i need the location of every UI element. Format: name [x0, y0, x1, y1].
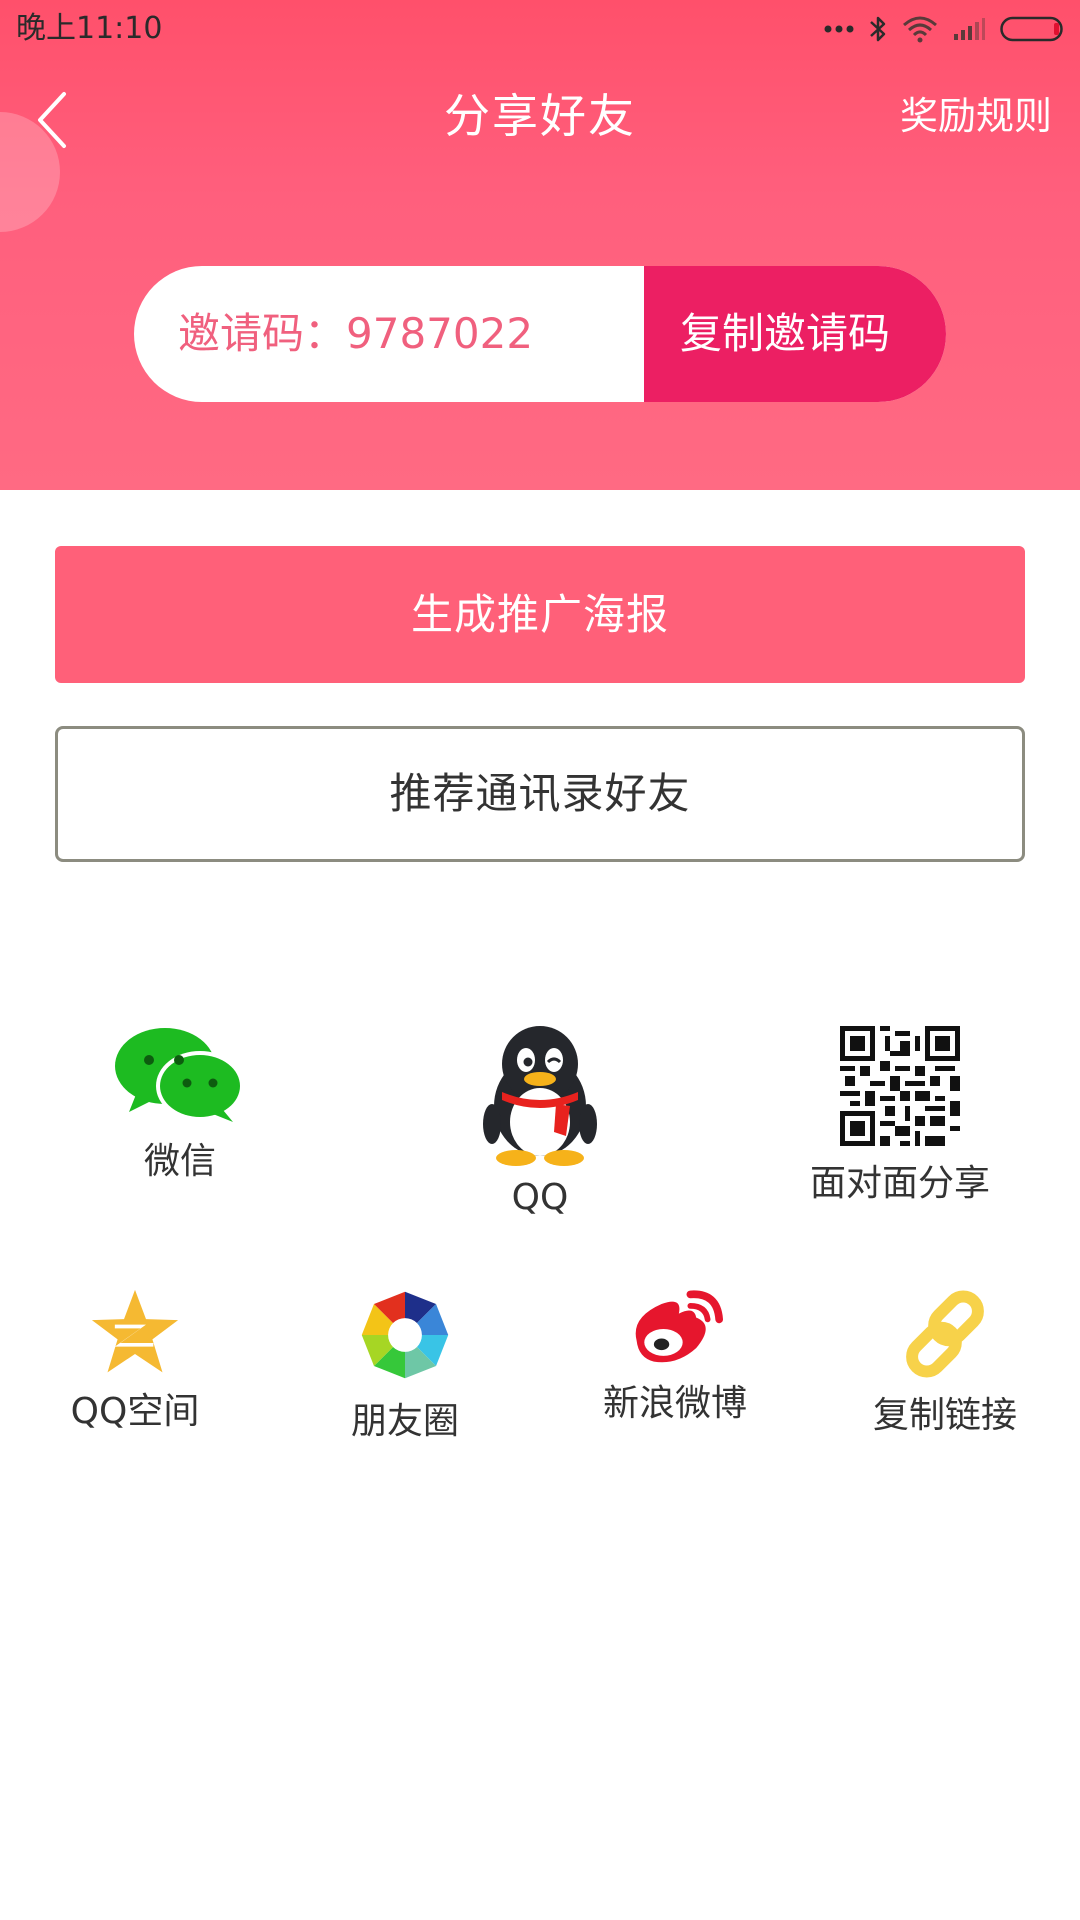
share-label: 微信	[143, 1141, 216, 1182]
share-qzone[interactable]: QQ空间	[55, 1288, 215, 1434]
share-qq[interactable]: QQ	[460, 1024, 620, 1220]
share-copy-link[interactable]: 复制链接	[865, 1288, 1025, 1438]
status-time: 晚上11:10	[16, 11, 163, 46]
invite-code-text: 邀请码：9787022	[178, 309, 534, 358]
qzone-icon	[91, 1289, 179, 1373]
bluetooth-icon	[868, 14, 888, 44]
invite-code-box: 邀请码：9787022 复制邀请码	[134, 266, 946, 402]
recommend-contacts-button[interactable]: 推荐通讯录好友	[55, 726, 1025, 862]
wifi-icon	[902, 15, 938, 43]
title-bar: 分享好友 奖励规则	[0, 64, 1080, 174]
share-label: 面对面分享	[809, 1163, 990, 1204]
share-label: 复制链接	[872, 1395, 1017, 1436]
battery-icon	[1000, 15, 1066, 43]
reward-rules-link[interactable]: 奖励规则	[900, 90, 1052, 142]
signal-icon	[952, 16, 986, 42]
status-icons	[824, 12, 1066, 46]
share-weibo[interactable]: 新浪微博	[595, 1288, 755, 1426]
share-label: QQ空间	[70, 1391, 200, 1432]
share-wechat[interactable]: 微信	[100, 1026, 260, 1184]
share-label: 新浪微博	[602, 1383, 747, 1424]
moments-icon	[361, 1291, 449, 1379]
share-label: QQ	[511, 1177, 569, 1218]
qrcode-icon	[840, 1026, 960, 1146]
copy-invite-code-button[interactable]: 复制邀请码	[644, 266, 946, 402]
link-icon	[906, 1290, 984, 1378]
share-face-to-face[interactable]: 面对面分享	[800, 1026, 1000, 1206]
share-moments[interactable]: 朋友圈	[325, 1288, 485, 1444]
wechat-icon	[115, 1028, 244, 1122]
weibo-icon	[635, 1290, 723, 1363]
qq-icon	[483, 1026, 597, 1166]
share-label: 朋友圈	[350, 1401, 459, 1442]
hero-header: 晚上11:10 分享好友 奖励规则 邀请码：9787022 复制邀请码	[0, 0, 1080, 490]
more-dots-icon	[824, 24, 854, 34]
status-bar: 晚上11:10	[0, 0, 1080, 58]
generate-poster-button[interactable]: 生成推广海报	[55, 546, 1025, 683]
